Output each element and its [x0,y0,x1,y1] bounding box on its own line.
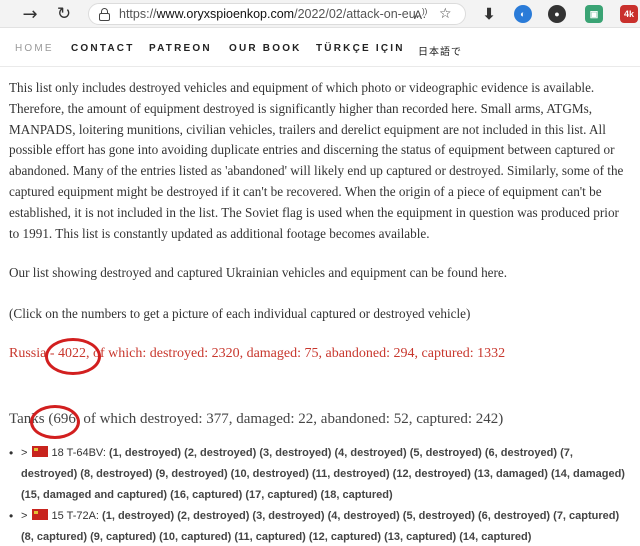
url-text[interactable]: https://www.oryxspioenkop.com/2022/02/at… [119,7,426,21]
extension-dark-icon[interactable]: ● [548,5,566,23]
entry-prefix: > [21,447,31,459]
intro-paragraph: This list only includes destroyed vehicl… [9,80,624,241]
lock-icon[interactable] [99,8,110,21]
address-bar[interactable]: https://www.oryxspioenkop.com/2022/02/at… [88,3,466,25]
list-item: > 18 T-64BV: (1, destroyed) (2, destroye… [9,443,625,506]
nav-our-book[interactable]: OUR BOOK [229,43,302,54]
entry-links[interactable]: (1, destroyed) (2, destroyed) (3, destro… [21,510,619,543]
extension-4k-icon[interactable]: 4k [620,5,638,23]
browser-toolbar: → ↻ https://www.oryxspioenkop.com/2022/0… [0,0,640,28]
nav-home[interactable]: HOME [15,43,54,54]
entry-name: 18 T-64BV: [51,447,109,459]
ukraine-list-note: Our list showing destroyed and captured … [9,263,631,284]
annotation-circle-tanks [30,405,80,439]
url-path: /2022/02/attack-on-eu... [294,7,427,21]
tanks-heading: Tanks (696, of which destroyed: 377, dam… [9,411,504,427]
ukraine-list-link[interactable]: here [481,265,504,280]
entry-prefix: > [21,510,31,522]
back-arrow-icon[interactable]: → [18,4,42,25]
url-scheme: https:// [119,7,157,21]
list-item: > 15 T-72A: (1, destroyed) (2, destroyed… [9,506,625,546]
annotation-circle-russia [45,338,101,375]
site-nav: HOME CONTACT PATREON OUR BOOK TÜRKÇE IÇI… [0,29,640,67]
nav-contact[interactable]: CONTACT [71,43,135,54]
entry-name: 15 T-72A: [51,510,103,522]
nav-japanese[interactable]: 日本語で [418,43,462,58]
reload-icon[interactable]: ↻ [52,4,76,24]
extension-green-icon[interactable]: ▣ [585,5,603,23]
entry-links[interactable]: (1, destroyed) (2, destroyed) (3, destro… [21,447,625,501]
click-note: (Click on the numbers to get a picture o… [9,306,471,321]
url-host: www.oryxspioenkop.com [156,7,295,21]
ukraine-list-text: Our list showing destroyed and captured … [9,265,482,280]
soviet-flag-icon [32,446,49,457]
nav-patreon[interactable]: PATREON [149,43,212,54]
add-favorite-icon[interactable]: ☆ [439,6,452,22]
read-aloud-icon[interactable]: A)) [414,7,427,22]
download-icon[interactable]: ⬇ [480,5,498,23]
soviet-flag-icon [32,509,49,520]
ukraine-list-end: . [503,265,508,280]
nav-turkce[interactable]: TÜRKÇE IÇIN [316,43,405,54]
extension-blue-icon[interactable]: ◐ [514,5,532,23]
